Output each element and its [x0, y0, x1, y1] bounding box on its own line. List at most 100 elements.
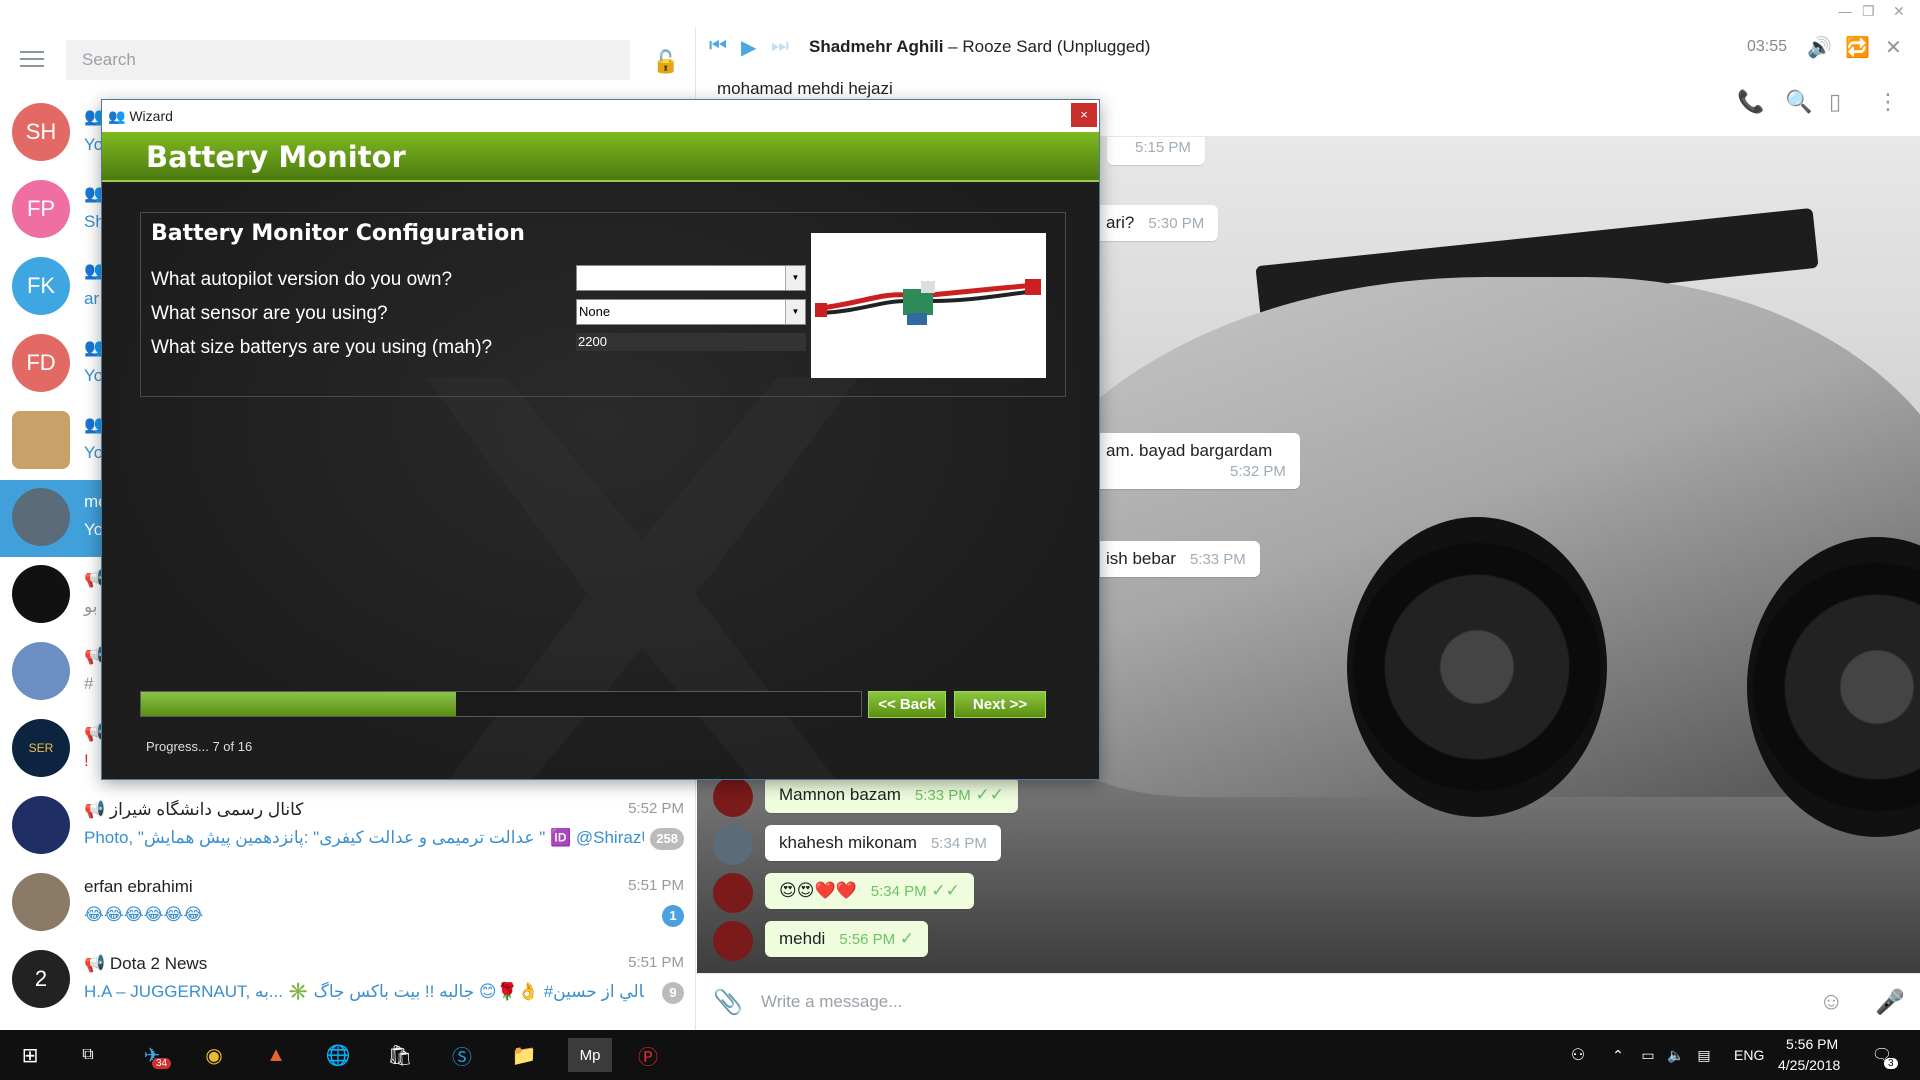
message-time: 5:33 PM — [1189, 551, 1246, 568]
message-time: 5:33 PM — [914, 787, 971, 804]
wizard-progress-bar — [140, 691, 862, 717]
task-view-icon[interactable]: ⧉ — [70, 1038, 106, 1072]
sensor-question: What sensor are you using? — [151, 303, 388, 324]
message-text: am. bayad bargardam — [1106, 441, 1273, 460]
volume-icon[interactable]: 🔊 — [1807, 35, 1832, 60]
sender-avatar — [713, 873, 753, 913]
message-text: khahesh mikonam — [779, 833, 917, 852]
back-button[interactable]: << Back — [868, 691, 946, 718]
avatar: FK — [12, 257, 70, 315]
sender-avatar — [713, 777, 753, 817]
message-bubble[interactable]: ish bebar 5:33 PM — [1092, 541, 1260, 577]
skype-app-icon[interactable]: Ⓢ — [444, 1038, 480, 1072]
chrome-app-icon[interactable]: ◉ — [196, 1038, 232, 1072]
dropdown-arrow-icon[interactable]: ▼ — [785, 266, 805, 290]
message-bubble[interactable]: khahesh mikonam 5:34 PM — [765, 825, 1001, 861]
emoji-icon[interactable]: ☺ — [1819, 988, 1844, 1016]
avatar — [12, 796, 70, 854]
message-time: 5:34 PM — [870, 883, 927, 900]
start-windows-icon[interactable]: ⊞ — [12, 1038, 48, 1072]
globe-app-icon[interactable]: 🌐 — [320, 1038, 356, 1072]
message-text: 😍😍❤️❤️ — [779, 881, 857, 900]
unread-badge: 1 — [662, 905, 684, 927]
notification-count: 3 — [1884, 1058, 1898, 1069]
microphone-icon[interactable]: 🎤 — [1875, 988, 1905, 1017]
message-text: Mamnon bazam — [779, 785, 901, 804]
more-options-icon[interactable]: ⋮ — [1877, 89, 1899, 115]
chat-item[interactable]: 📢 کانال رسمی دانشگاه شیراز Photo, "عدالت… — [0, 788, 695, 865]
chat-item[interactable]: erfan ebrahimi 😂😂😂😂😂😂 5:51 PM 1 — [0, 865, 695, 942]
mission-planner-app-icon[interactable]: Mp — [568, 1038, 612, 1072]
wizard-dialog: 👥 Wizard × Battery Monitor Battery Monit… — [101, 99, 1100, 780]
chat-time: 5:51 PM — [628, 877, 684, 894]
close-button[interactable]: ✕ — [1893, 3, 1905, 20]
menu-icon[interactable] — [20, 51, 44, 72]
sender-avatar — [713, 921, 753, 961]
clock-time[interactable]: 5:56 PM — [1786, 1036, 1838, 1052]
repeat-icon[interactable]: 🔁 — [1845, 35, 1870, 60]
battery-size-input[interactable]: 2200 — [576, 333, 806, 351]
avatar: FP — [12, 180, 70, 238]
message-bubble[interactable]: ari? 5:30 PM — [1092, 205, 1219, 241]
next-track-icon[interactable]: ⏭ — [771, 35, 789, 58]
sensor-select[interactable]: None ▼ — [576, 299, 806, 325]
sensor-picture — [811, 233, 1046, 378]
search-input[interactable]: Search — [66, 40, 630, 80]
sidebar-toggle-icon[interactable]: ▯ — [1829, 89, 1841, 115]
play-icon[interactable]: ▶ — [741, 35, 756, 60]
previous-track-icon[interactable]: ⏮ — [709, 35, 727, 58]
message-bubble-outgoing[interactable]: mehdi 5:56 PM ✓ — [765, 921, 929, 957]
chat-preview: Photo, "عدالت ترمیمی و عدالت کیفری" :پان… — [84, 828, 644, 847]
track-title: – Rooze Sard (Unplugged) — [943, 37, 1151, 56]
close-player-icon[interactable]: ✕ — [1885, 35, 1902, 60]
dropdown-arrow-icon[interactable]: ▼ — [785, 300, 805, 324]
autopilot-select[interactable]: ▼ — [576, 265, 806, 291]
attach-icon[interactable]: 📎 — [713, 988, 743, 1017]
read-check-icon: ✓✓ — [975, 785, 1005, 804]
input-language[interactable]: ENG — [1734, 1047, 1764, 1063]
message-input[interactable]: Write a message... — [761, 992, 902, 1012]
message-bubble-outgoing[interactable]: Mamnon bazam 5:33 PM ✓✓ — [765, 777, 1018, 813]
avatar — [12, 873, 70, 931]
track-info: Shadmehr Aghili – Rooze Sard (Unplugged) — [809, 37, 1150, 57]
chat-item[interactable]: 2 📢 Dota 2 News H.A – JUGGERNAUT, ارسالي… — [0, 942, 695, 1019]
chat-title: erfan ebrahimi — [84, 877, 193, 896]
wizard-title-text: Wizard — [129, 108, 173, 124]
store-app-icon[interactable]: 🛍 — [382, 1038, 418, 1072]
network-icon[interactable]: ▤ — [1686, 1038, 1722, 1072]
configuration-heading: Battery Monitor Configuration — [151, 221, 525, 246]
maximize-button[interactable]: ❐ — [1862, 3, 1875, 20]
message-time: 5:32 PM — [1230, 463, 1286, 480]
next-button[interactable]: Next >> — [954, 691, 1046, 718]
wizard-titlebar: 👥 Wizard × — [102, 100, 1099, 132]
message-bubble[interactable]: am. bayad bargardam 5:32 PM — [1092, 433, 1300, 489]
compose-bar: 📎 Write a message... ☺ 🎤 — [697, 973, 1920, 1030]
search-icon[interactable]: 🔍 — [1785, 89, 1812, 115]
phone-icon[interactable]: 📞 — [1737, 89, 1764, 115]
wizard-close-button[interactable]: × — [1071, 103, 1097, 127]
sender-avatar — [713, 825, 753, 865]
message-text: ish bebar — [1106, 549, 1176, 568]
wizard-banner: Battery Monitor — [102, 132, 1099, 182]
file-explorer-icon[interactable]: 📁 — [506, 1038, 542, 1072]
psiphon-app-icon[interactable]: Ⓟ — [630, 1038, 666, 1072]
message-time: 5:34 PM — [930, 835, 987, 852]
lock-icon[interactable]: 🔓 — [652, 49, 679, 75]
clock-date[interactable]: 4/25/2018 — [1778, 1057, 1840, 1073]
progress-fill — [141, 692, 456, 716]
avatar: FD — [12, 334, 70, 392]
message-bubble-outgoing[interactable]: 😍😍❤️❤️ 5:34 PM ✓✓ — [765, 873, 974, 909]
peer-name[interactable]: mohamad mehdi hejazi — [717, 79, 893, 99]
chat-time: 5:51 PM — [628, 954, 684, 971]
minimize-button[interactable]: — — [1838, 3, 1852, 19]
chat-preview: H.A – JUGGERNAUT, ارسالي از حسين# 👌🌹😊 جا… — [84, 982, 644, 1001]
matlab-app-icon[interactable]: ▲ — [258, 1038, 294, 1072]
message-bubble[interactable]: 5:15 PM — [1107, 137, 1205, 165]
telegram-unread-badge: 34 — [152, 1058, 172, 1069]
people-icon[interactable]: ⚇ — [1560, 1038, 1596, 1072]
chat-title-text: Dota 2 News — [109, 954, 208, 973]
wizard-title: 👥 Wizard — [108, 108, 173, 124]
chat-title: 📢 کانال رسمی دانشگاه شیراز — [84, 800, 304, 819]
car-wheel — [1347, 517, 1607, 817]
progress-label: Progress... 7 of 16 — [146, 739, 253, 754]
